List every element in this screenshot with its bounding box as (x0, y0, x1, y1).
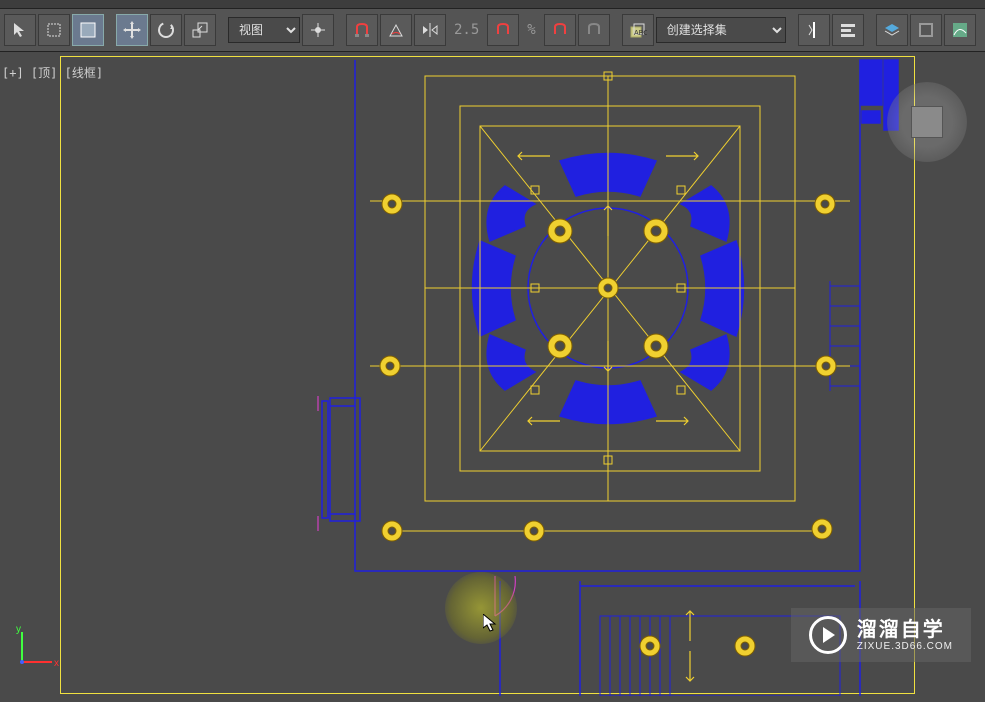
watermark-title: 溜溜自学 (857, 619, 953, 641)
percent-snap-label: % (521, 22, 541, 38)
axis-x-label: x (54, 658, 59, 669)
named-sel-set-button[interactable]: ABC (622, 14, 654, 46)
viewport-label[interactable]: [+] [顶] [线框] (2, 64, 103, 81)
select-region-rect-button[interactable] (38, 14, 70, 46)
curve-editor-button[interactable] (944, 14, 976, 46)
selection-set-dropdown[interactable]: 创建选择集 (656, 17, 786, 43)
axis-y-label: y (16, 624, 21, 635)
layer-manager-button[interactable] (876, 14, 908, 46)
axis-gizmo: x y (12, 622, 62, 672)
reference-coord-dropdown[interactable]: 视图 (228, 17, 300, 43)
snap-toggle-button[interactable] (346, 14, 378, 46)
viewport-label-view[interactable]: [顶] (31, 66, 57, 80)
watermark: 溜溜自学 ZIXUE.3D66.COM (791, 608, 971, 662)
viewcube[interactable] (887, 82, 967, 162)
align-button[interactable] (832, 14, 864, 46)
angle-snap-value: 2.5 (448, 22, 485, 38)
move-button[interactable] (116, 14, 148, 46)
mirror-tool-button[interactable] (798, 14, 830, 46)
use-pivot-button[interactable] (302, 14, 334, 46)
angle-snap-button[interactable] (380, 14, 412, 46)
mirror-button[interactable] (414, 14, 446, 46)
schematic-view-button[interactable] (910, 14, 942, 46)
viewport-area: [+] [顶] [线框] (0, 52, 985, 702)
select-window-button[interactable] (72, 14, 104, 46)
scale-button[interactable] (184, 14, 216, 46)
viewport-label-plus[interactable]: [+] (2, 66, 24, 80)
play-icon (809, 616, 847, 654)
angle-magnet-button[interactable] (487, 14, 519, 46)
percent-magnet-button[interactable] (544, 14, 576, 46)
viewport[interactable] (60, 56, 915, 694)
viewcube-face[interactable] (911, 106, 943, 138)
watermark-url: ZIXUE.3D66.COM (857, 641, 953, 652)
rotate-button[interactable] (150, 14, 182, 46)
select-object-button[interactable] (4, 14, 36, 46)
spinner-snap-button[interactable] (578, 14, 610, 46)
viewport-label-shading[interactable]: [线框] (65, 66, 103, 80)
main-toolbar: 视图 2.5 % ABC 创建选择集 (0, 8, 985, 52)
svg-text:ABC: ABC (634, 30, 647, 37)
menubar[interactable] (0, 0, 985, 8)
